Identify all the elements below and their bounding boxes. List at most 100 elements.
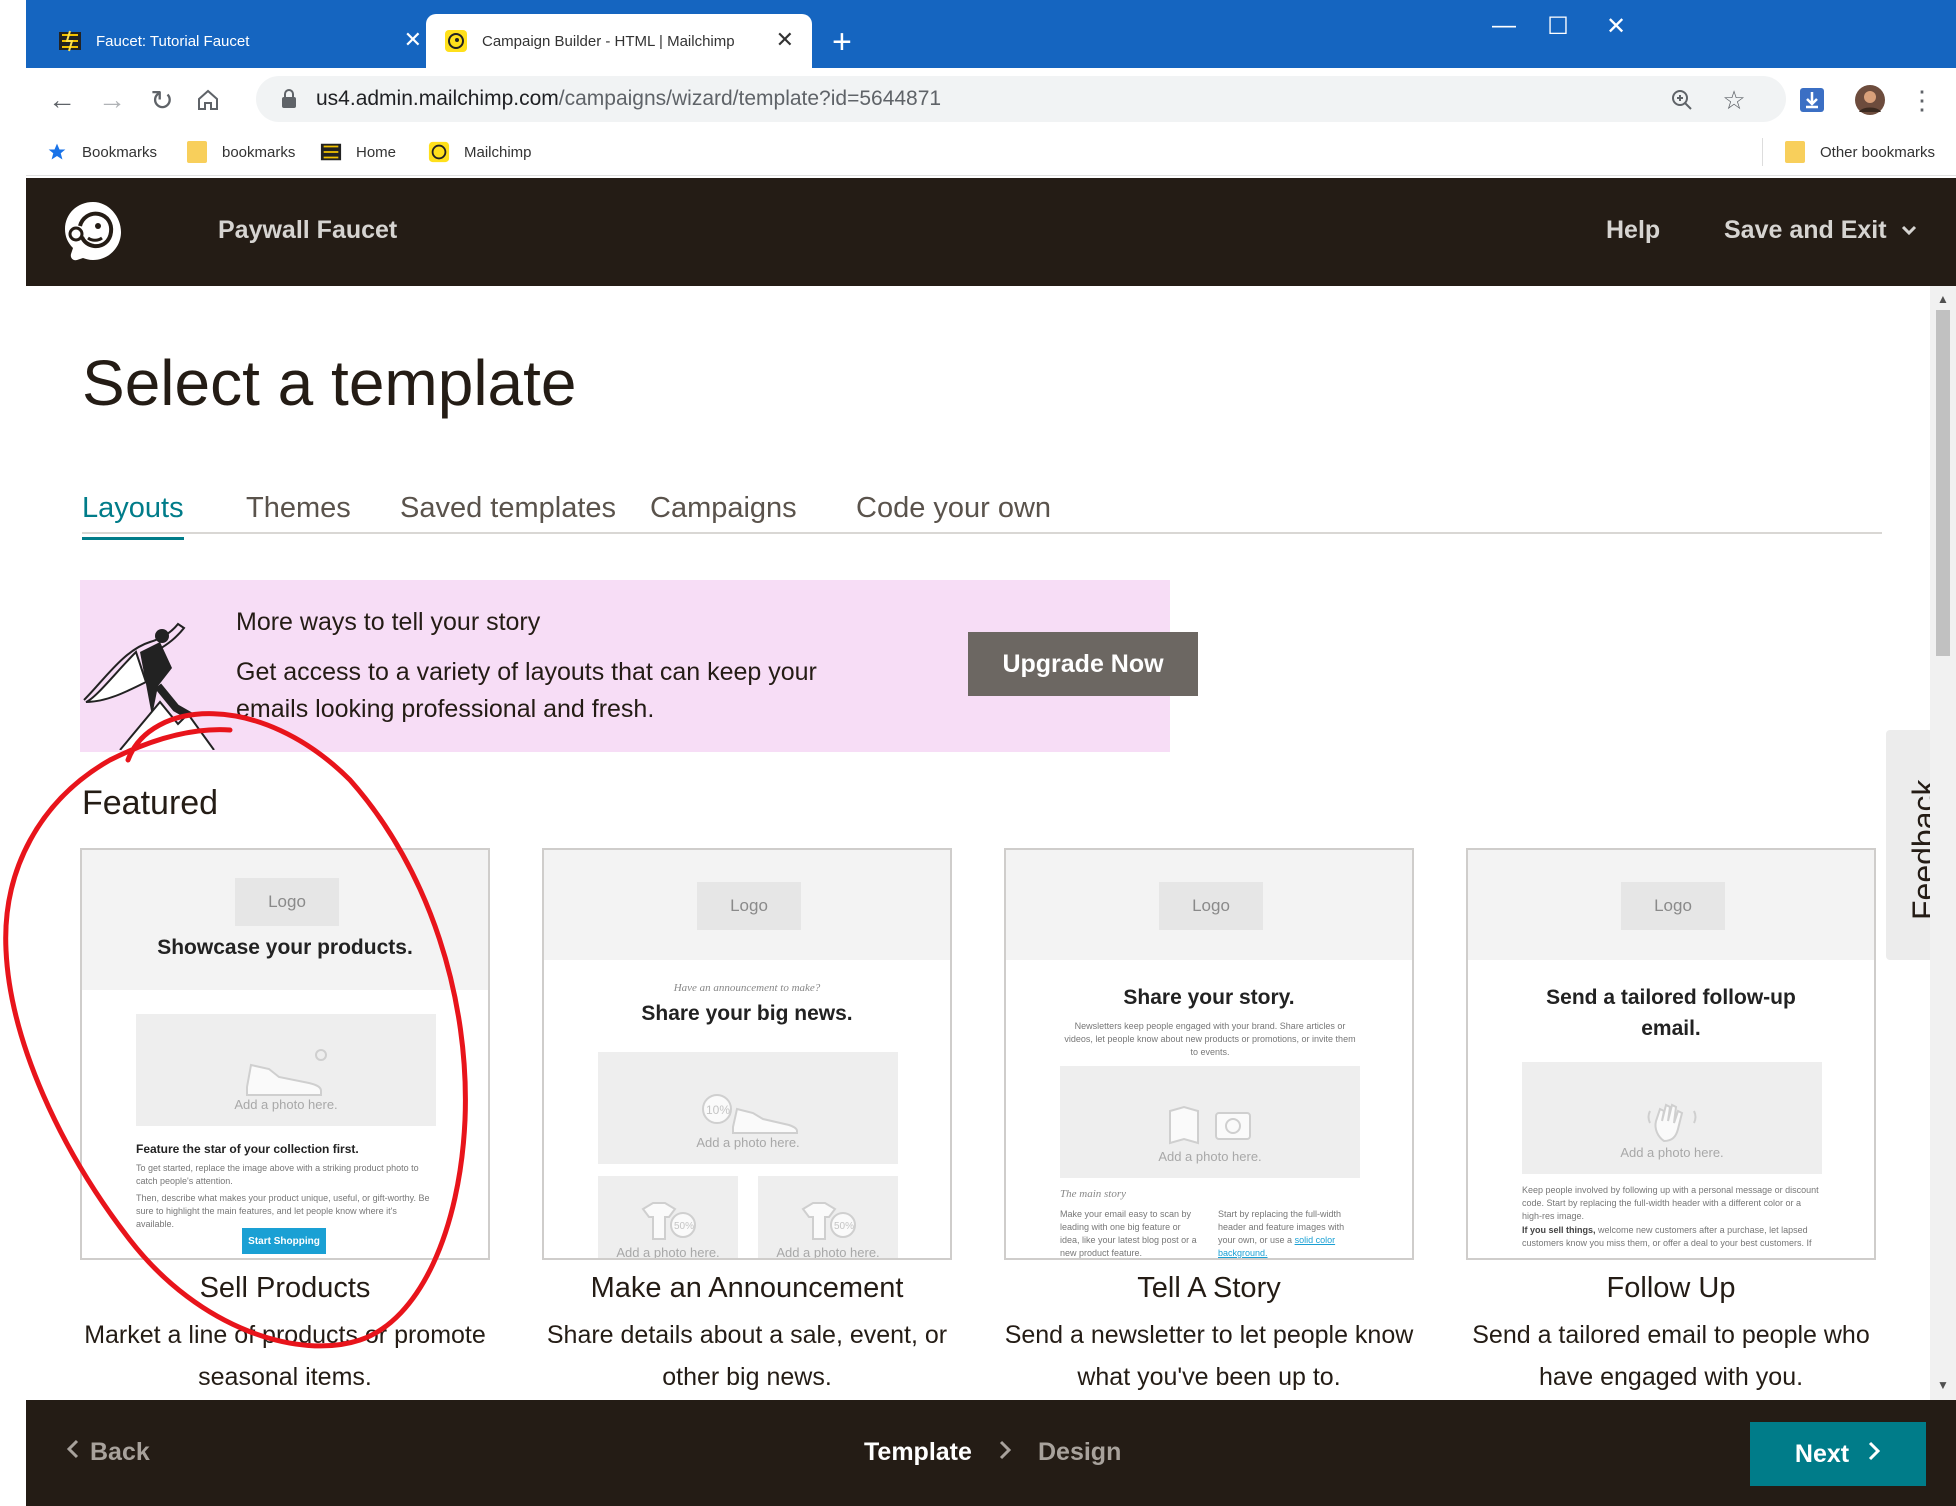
- zoom-icon[interactable]: [1666, 84, 1698, 116]
- waving-hand-icon: [1647, 1103, 1697, 1143]
- bookmark-folder[interactable]: bookmarks: [186, 140, 295, 164]
- template-body-text: Then, describe what makes your product u…: [136, 1193, 430, 1229]
- browser-tab-mailchimp[interactable]: Campaign Builder - HTML | Mailchimp ✕: [426, 14, 812, 68]
- browser-tab-faucet[interactable]: Faucet: Tutorial Faucet ✕: [40, 14, 440, 68]
- close-icon[interactable]: ✕: [404, 28, 422, 52]
- tab-title: Campaign Builder - HTML | Mailchimp: [482, 32, 735, 50]
- mailchimp-logo-icon[interactable]: [58, 196, 128, 266]
- scrollbar[interactable]: ▲ ▼: [1930, 286, 1956, 1400]
- avatar[interactable]: [1854, 84, 1886, 116]
- lock-icon: [278, 88, 300, 110]
- mailchimp-icon: [444, 29, 468, 53]
- bookmarks-bar: Bookmarks bookmarks Home Mailchimp Other…: [26, 130, 1956, 176]
- photo-caption: Add a photo here.: [234, 1097, 338, 1112]
- folder-icon: [186, 141, 208, 163]
- url-host: us4.admin.mailchimp.com: [316, 87, 559, 110]
- scroll-down-icon[interactable]: ▼: [1937, 1378, 1949, 1392]
- reload-icon[interactable]: ↻: [142, 80, 182, 120]
- card-title[interactable]: Follow Up: [1466, 1272, 1876, 1305]
- template-kicker: Have an announcement to make?: [673, 982, 821, 994]
- sale-badge: 50%: [674, 1221, 694, 1232]
- window-edge: [0, 0, 26, 1506]
- home-icon[interactable]: [188, 80, 228, 120]
- bookmark-label: Mailchimp: [464, 143, 532, 161]
- card-description: Send a tailored email to people who have…: [1472, 1321, 1870, 1391]
- card-title[interactable]: Make an Announcement: [542, 1272, 952, 1305]
- wizard-footer: Back Template Design Next: [26, 1400, 1956, 1506]
- back-button[interactable]: Back: [66, 1438, 150, 1467]
- scroll-up-icon[interactable]: ▲: [1937, 292, 1949, 306]
- template-column-text: Make your email easy to scan by leading …: [1060, 1209, 1197, 1258]
- card-title[interactable]: Tell A Story: [1004, 1272, 1414, 1305]
- bookmark-star-icon[interactable]: ☆: [1718, 84, 1750, 116]
- template-photo-placeholder: 10% Add a photo here.: [598, 1052, 898, 1164]
- save-and-exit-button[interactable]: Save and Exit: [1724, 216, 1917, 245]
- tab-layouts[interactable]: Layouts: [82, 492, 184, 540]
- card-description: Share details about a sale, event, or ot…: [546, 1321, 948, 1391]
- template-headline: Share your story.: [1123, 986, 1295, 1009]
- scrollbar-thumb[interactable]: [1936, 310, 1950, 656]
- card-title[interactable]: Sell Products: [80, 1272, 490, 1305]
- forward-arrow-icon[interactable]: →: [92, 80, 132, 120]
- template-logo-placeholder: Logo: [1159, 882, 1263, 930]
- photo-caption: Add a photo here.: [1158, 1149, 1262, 1164]
- photo-caption: Add a photo here.: [616, 1245, 720, 1260]
- close-icon[interactable]: ✕: [776, 28, 794, 52]
- sale-badge: 10%: [706, 1103, 730, 1117]
- bookmark-mailchimp[interactable]: Mailchimp: [428, 140, 532, 164]
- promo-body: Get access to a variety of layouts that …: [236, 658, 817, 723]
- template-card-follow-up[interactable]: Logo Send a tailored follow-up email. Ad…: [1466, 848, 1876, 1260]
- template-card-tell-a-story[interactable]: Logo Share your story. Newsletters keep …: [1004, 848, 1414, 1260]
- maximize-icon[interactable]: ☐: [1538, 12, 1578, 41]
- bookmark-bookmarks[interactable]: Bookmarks: [46, 140, 157, 164]
- bookmark-home[interactable]: Home: [320, 140, 396, 164]
- back-label: Back: [90, 1438, 150, 1466]
- template-section-label: The main story: [1060, 1188, 1126, 1200]
- menu-kebab-icon[interactable]: ⋮: [1906, 84, 1938, 116]
- chevron-down-icon: [1901, 220, 1917, 241]
- tab-title: Faucet: Tutorial Faucet: [96, 32, 250, 50]
- minimize-icon[interactable]: —: [1484, 12, 1524, 40]
- template-body-text: Keep people involved by following up wit…: [1522, 1185, 1819, 1221]
- save-and-exit-label: Save and Exit: [1724, 216, 1887, 244]
- template-subhead: Feature the star of your collection firs…: [136, 1142, 359, 1156]
- url-path: /campaigns/wizard/template?id=5644871: [558, 87, 942, 110]
- template-photo-placeholder: Add a photo here.: [1522, 1062, 1822, 1174]
- template-headline: Showcase your products.: [157, 936, 413, 959]
- back-arrow-icon[interactable]: ←: [42, 80, 82, 120]
- new-tab-button[interactable]: +: [832, 22, 852, 62]
- step-design[interactable]: Design: [1038, 1438, 1121, 1467]
- extension-download-icon[interactable]: [1796, 84, 1828, 116]
- sale-shirt-icon: 50%: [641, 1202, 696, 1240]
- help-link[interactable]: Help: [1606, 216, 1660, 245]
- close-window-icon[interactable]: ✕: [1596, 12, 1636, 41]
- shoe-icon: [246, 1049, 327, 1096]
- next-button[interactable]: Next: [1750, 1422, 1926, 1486]
- tab-campaigns[interactable]: Campaigns: [650, 492, 797, 537]
- account-name[interactable]: Paywall Faucet: [218, 216, 397, 245]
- bookmarks-divider: [1762, 138, 1763, 166]
- bookmark-label: Bookmarks: [82, 143, 158, 161]
- photo-caption: Add a photo here.: [776, 1245, 880, 1260]
- tab-themes[interactable]: Themes: [246, 492, 351, 537]
- template-cta-button: Start Shopping: [242, 1228, 326, 1254]
- body-bold: If you sell things,: [1522, 1225, 1596, 1235]
- upgrade-now-button[interactable]: Upgrade Now: [968, 632, 1198, 696]
- folder-icon: [1784, 141, 1806, 163]
- photo-caption: Add a photo here.: [1620, 1145, 1724, 1160]
- map-camera-icon: [1169, 1105, 1251, 1145]
- promo-heading: More ways to tell your story: [236, 608, 541, 636]
- template-photo-placeholder: 50% Add a photo here.: [598, 1176, 738, 1260]
- template-column-text: Start by replacing the full-width header…: [1218, 1208, 1360, 1258]
- upgrade-promo-banner: More ways to tell your story Get access …: [80, 580, 1198, 752]
- url-bar[interactable]: us4.admin.mailchimp.com/campaigns/wizard…: [256, 76, 1786, 122]
- chevron-right-icon: [998, 1438, 1012, 1469]
- main-content: Select a template Layouts Themes Saved t…: [26, 286, 1930, 1400]
- bookmark-other[interactable]: Other bookmarks: [1784, 140, 1935, 164]
- tab-code-your-own[interactable]: Code your own: [856, 492, 1051, 537]
- sale-shoe-icon: 10%: [702, 1094, 798, 1134]
- tab-saved-templates[interactable]: Saved templates: [400, 492, 616, 537]
- template-card-sell-products[interactable]: Logo Showcase your products. Add a photo…: [80, 848, 490, 1260]
- card-description: Market a line of products or promote sea…: [84, 1321, 486, 1391]
- template-card-announcement[interactable]: Logo Have an announcement to make? Share…: [542, 848, 952, 1260]
